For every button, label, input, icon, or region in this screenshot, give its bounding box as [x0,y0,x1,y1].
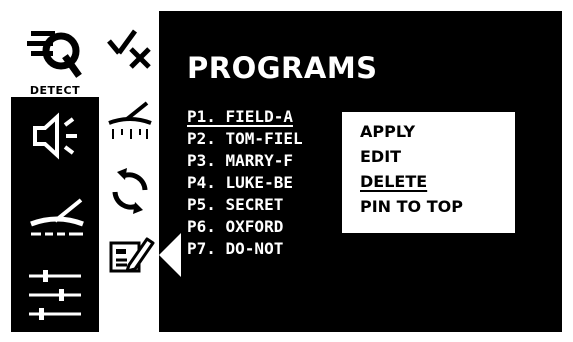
selection-pointer [159,233,181,277]
sliders-icon[interactable] [25,266,85,324]
list-item[interactable]: P7. DO-NOT [187,238,303,260]
edit-icon[interactable] [107,233,155,277]
edit-menu-item[interactable]: EDIT [360,145,401,169]
detect-label: DETECT [29,84,81,97]
refresh-icon[interactable] [107,166,153,216]
program-list: P1. FIELD-A P2. TOM-FIEL P3. MARRY-F P4.… [187,106,303,260]
list-item[interactable]: P6. OXFORD [187,216,303,238]
context-menu: APPLY EDIT DELETE PIN TO TOP [342,112,515,233]
main-sidebar: DETECT [11,11,99,332]
list-item[interactable]: P5. SECRET [187,194,303,216]
list-item[interactable]: P3. MARRY-F [187,150,303,172]
device-screen: DETECT PROGRAMS P1. FIELD-A P2. TOM-FIEL… [11,11,562,332]
apply-menu-item[interactable]: APPLY [360,120,415,144]
delete-menu-item[interactable]: DELETE [360,170,427,194]
speaker-icon[interactable] [29,111,85,161]
sub-sidebar [99,11,159,332]
detect-button[interactable]: DETECT [11,11,99,97]
list-item[interactable]: P2. TOM-FIEL [187,128,303,150]
pin-to-top-menu-item[interactable]: PIN TO TOP [360,195,463,219]
check-x-icon[interactable] [105,25,155,69]
page-title: PROGRAMS [187,51,378,85]
list-item[interactable]: P1. FIELD-A [187,106,303,128]
list-item[interactable]: P4. LUKE-BE [187,172,303,194]
detect-icon [27,31,82,78]
detector-sweep-icon[interactable] [105,99,155,145]
metal-detector-icon[interactable] [25,196,89,246]
